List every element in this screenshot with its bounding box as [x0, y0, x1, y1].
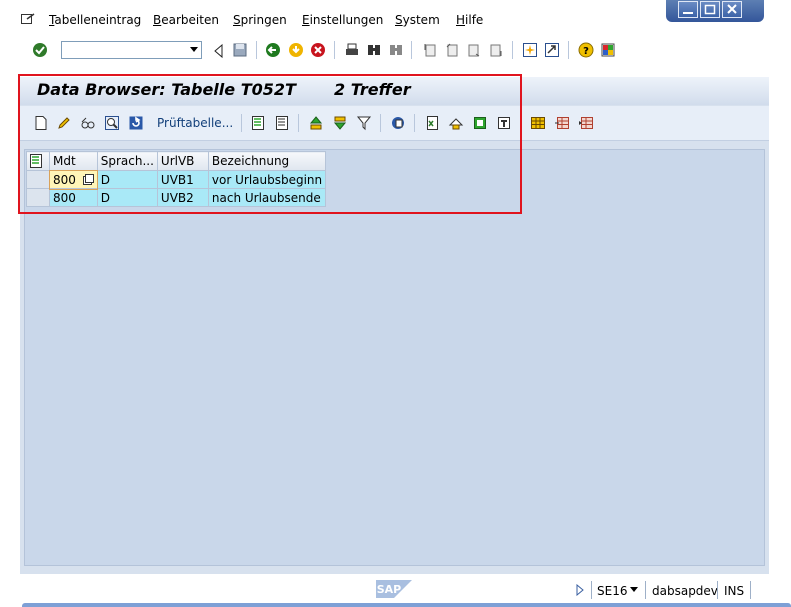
cancel-icon[interactable] [310, 42, 326, 58]
menu-einstellungen[interactable]: Einstellungen [302, 13, 383, 27]
search-icon[interactable] [104, 115, 120, 131]
choose-layout-icon[interactable] [578, 115, 594, 131]
new-session-icon[interactable] [522, 42, 538, 58]
find-next-icon[interactable] [388, 42, 404, 58]
status-separator [750, 581, 751, 599]
display-glasses-icon[interactable] [80, 115, 96, 131]
deselect-all-icon[interactable] [274, 115, 290, 131]
sprache-cell[interactable]: D [96, 188, 158, 207]
urlvb-cell[interactable]: UVB2 [156, 188, 209, 207]
exit-icon[interactable] [288, 42, 304, 58]
urlvb-cell[interactable]: UVB1 [156, 170, 209, 189]
save-icon[interactable] [232, 42, 248, 58]
where-used-icon[interactable] [390, 115, 406, 131]
sprache-cell[interactable]: D [96, 170, 158, 189]
menu-hilfe[interactable]: Hilfe [456, 13, 483, 27]
back-icon[interactable] [265, 42, 281, 58]
enter-check-icon[interactable] [32, 42, 48, 58]
status-separator [591, 581, 592, 599]
table-row[interactable]: 800 D UVB2 nach Urlaubsende [26, 188, 327, 207]
svg-text:SAP: SAP [377, 583, 402, 596]
menu-system[interactable]: System [395, 13, 440, 27]
column-layout-icon[interactable] [554, 115, 570, 131]
chevron-down-icon[interactable] [630, 587, 638, 593]
toolbar-separator [241, 114, 242, 132]
insert-mode: INS [724, 584, 745, 598]
value-help-icon[interactable] [82, 173, 94, 185]
row-selector[interactable] [26, 170, 50, 189]
toolbar-separator [414, 114, 415, 132]
next-page-icon[interactable] [466, 42, 482, 58]
check-table-button[interactable]: Prüftabelle... [157, 116, 233, 130]
toolbar-separator [411, 41, 412, 59]
table-view-icon[interactable] [530, 115, 546, 131]
menu-bearbeiten[interactable]: Bearbeiten [153, 13, 219, 27]
filter-icon[interactable] [356, 115, 372, 131]
export-icon[interactable] [448, 115, 464, 131]
pencil-icon[interactable] [56, 115, 72, 131]
first-page-icon[interactable] [422, 42, 438, 58]
export-excel-icon[interactable] [424, 115, 440, 131]
triangle-left-icon[interactable] [211, 43, 227, 59]
column-header-mdt[interactable]: Mdt [49, 151, 98, 171]
hits-count: 2 Treffer [334, 80, 411, 99]
toolbar-separator [334, 41, 335, 59]
bottom-frame [22, 603, 791, 607]
bezeichnung-cell[interactable]: nach Urlaubsende [207, 188, 327, 207]
select-all-icon[interactable] [250, 115, 266, 131]
column-header-sprache[interactable]: Sprach... [96, 151, 158, 171]
sort-descending-icon[interactable] [332, 115, 348, 131]
page-title: Data Browser: Tabelle T052T [37, 80, 296, 99]
refresh-icon[interactable] [128, 115, 144, 131]
status-separator [717, 581, 718, 599]
menu-arrow-icon[interactable] [20, 11, 36, 27]
create-icon[interactable] [33, 115, 49, 131]
sap-logo: SAP [376, 580, 412, 598]
local-file-icon[interactable] [472, 115, 488, 131]
table-row[interactable]: 800 D UVB1 vor Urlaubsbeginn [26, 169, 327, 190]
bezeichnung-cell[interactable]: vor Urlaubsbeginn [207, 170, 327, 189]
print-icon[interactable] [344, 42, 360, 58]
transaction-code: SE16 [597, 584, 628, 598]
chevron-down-icon[interactable] [190, 47, 198, 52]
toolbar-separator [568, 41, 569, 59]
select-all-cell[interactable] [26, 151, 50, 171]
toolbar-separator [512, 41, 513, 59]
svg-text:?: ? [583, 46, 589, 57]
sort-ascending-icon[interactable] [308, 115, 324, 131]
column-header-urlvb[interactable]: UrlVB [156, 151, 209, 171]
layout-menu-icon[interactable] [600, 42, 616, 58]
menu-springen[interactable]: Springen [233, 13, 287, 27]
shortcut-icon[interactable] [544, 42, 560, 58]
menu-tabelleneintrag[interactable]: Tabelleneintrag [49, 13, 141, 27]
server-name: dabsapdev [652, 584, 718, 598]
status-separator [645, 581, 646, 599]
last-page-icon[interactable] [488, 42, 504, 58]
content-area [24, 149, 765, 566]
mdt-cell[interactable]: 800 [48, 169, 99, 190]
column-header-bezeichnung[interactable]: Bezeichnung [207, 151, 327, 171]
command-input[interactable] [65, 43, 183, 57]
select-all-icon[interactable] [28, 153, 44, 169]
mdt-cell[interactable]: 800 [49, 188, 98, 207]
table-header: Mdt Sprach... UrlVB Bezeichnung [26, 151, 327, 171]
data-table: Mdt Sprach... UrlVB Bezeichnung 800 D UV… [26, 151, 327, 207]
print-list-icon[interactable] [496, 115, 512, 131]
system-toolbar: ? [0, 38, 791, 64]
row-selector[interactable] [26, 188, 50, 207]
toolbar-separator [520, 114, 521, 132]
previous-page-icon[interactable] [444, 42, 460, 58]
toolbar-separator [380, 114, 381, 132]
command-field[interactable] [61, 41, 202, 59]
toolbar-separator [298, 114, 299, 132]
toolbar-separator [256, 41, 257, 59]
help-icon[interactable]: ? [578, 42, 594, 58]
menubar: Tabelleneintrag Bearbeiten Springen Eins… [0, 8, 791, 34]
find-icon[interactable] [366, 42, 382, 58]
triangle-right-icon[interactable] [576, 584, 584, 596]
